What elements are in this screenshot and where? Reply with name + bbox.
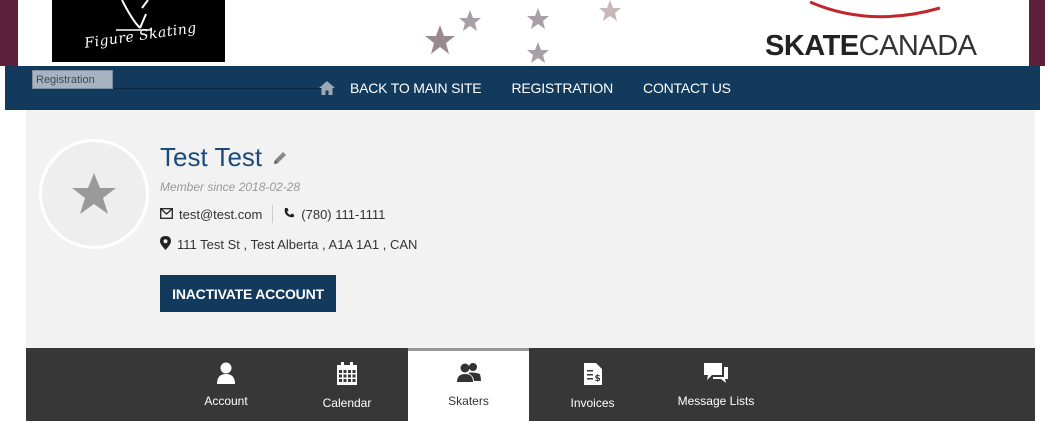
name-row: Test Test (160, 142, 288, 173)
edit-pencil-icon[interactable] (272, 150, 288, 166)
skate-canada-logo[interactable]: SKATECANADA (765, 30, 977, 63)
site-banner: Figure Skating SKATECANADA (0, 0, 1045, 66)
avatar[interactable] (39, 139, 149, 249)
nav-contact-us[interactable]: CONTACT US (643, 80, 731, 96)
tab-invoices[interactable]: $ Invoices (529, 348, 656, 421)
tab-label: Account (204, 394, 248, 408)
stars-decoration-icon (425, 0, 621, 63)
profile-name: Test Test (160, 142, 263, 172)
invoice-icon: $ (583, 363, 602, 385)
tab-label: Invoices (570, 396, 615, 410)
brand-light-text: CANADA (858, 30, 977, 62)
banner-frame-right (1029, 0, 1045, 66)
calendar-icon (337, 362, 357, 385)
profile-email[interactable]: test@test.com (179, 207, 262, 222)
profile-tabs: Account Calendar Skaters $ Invoices Mess… (26, 348, 1035, 421)
envelope-icon (160, 207, 173, 222)
tab-skaters[interactable]: Skaters (408, 348, 529, 421)
tab-calendar[interactable]: Calendar (286, 348, 408, 421)
tab-label: Skaters (448, 394, 489, 408)
profile-address: 111 Test St , Test Alberta , A1A 1A1 , C… (177, 237, 418, 252)
inactivate-account-button[interactable]: INACTIVATE ACCOUNT (160, 275, 336, 312)
tab-label: Calendar (322, 396, 372, 410)
users-icon (456, 363, 481, 382)
svg-text:$: $ (594, 374, 600, 384)
registration-tag-underline (113, 88, 323, 89)
address-row: 111 Test St , Test Alberta , A1A 1A1 , C… (160, 236, 417, 253)
profile-panel: Test Test Member since 2018-02-28 test@t… (26, 110, 1035, 348)
nav-links: BACK TO MAIN SITE REGISTRATION CONTACT U… (318, 66, 761, 110)
star-placeholder-icon (72, 173, 116, 214)
home-icon[interactable] (318, 80, 336, 96)
contact-row: test@test.com (780) 111-1111 (160, 205, 385, 223)
main-navbar: Registration BACK TO MAIN SITE REGISTRAT… (5, 66, 1040, 110)
skate-canada-swoosh-icon (809, 0, 941, 19)
profile-phone[interactable]: (780) 111-1111 (301, 207, 385, 222)
tab-account[interactable]: Account (166, 348, 286, 421)
registration-tag[interactable]: Registration (32, 70, 113, 89)
nav-registration[interactable]: REGISTRATION (511, 80, 613, 96)
chat-icon (704, 363, 728, 383)
member-since: Member since 2018-02-28 (160, 180, 301, 194)
user-icon (217, 362, 235, 384)
nav-back-to-main-site[interactable]: BACK TO MAIN SITE (350, 80, 482, 96)
banner-frame-left (0, 0, 18, 66)
map-marker-icon (160, 236, 171, 253)
tab-message-lists[interactable]: Message Lists (656, 348, 776, 421)
tab-label: Message Lists (677, 394, 755, 408)
brand-bold-text: SKATE (765, 30, 859, 62)
figure-skating-logo[interactable]: Figure Skating (52, 0, 225, 62)
contact-separator (272, 205, 274, 223)
phone-icon (283, 207, 295, 222)
